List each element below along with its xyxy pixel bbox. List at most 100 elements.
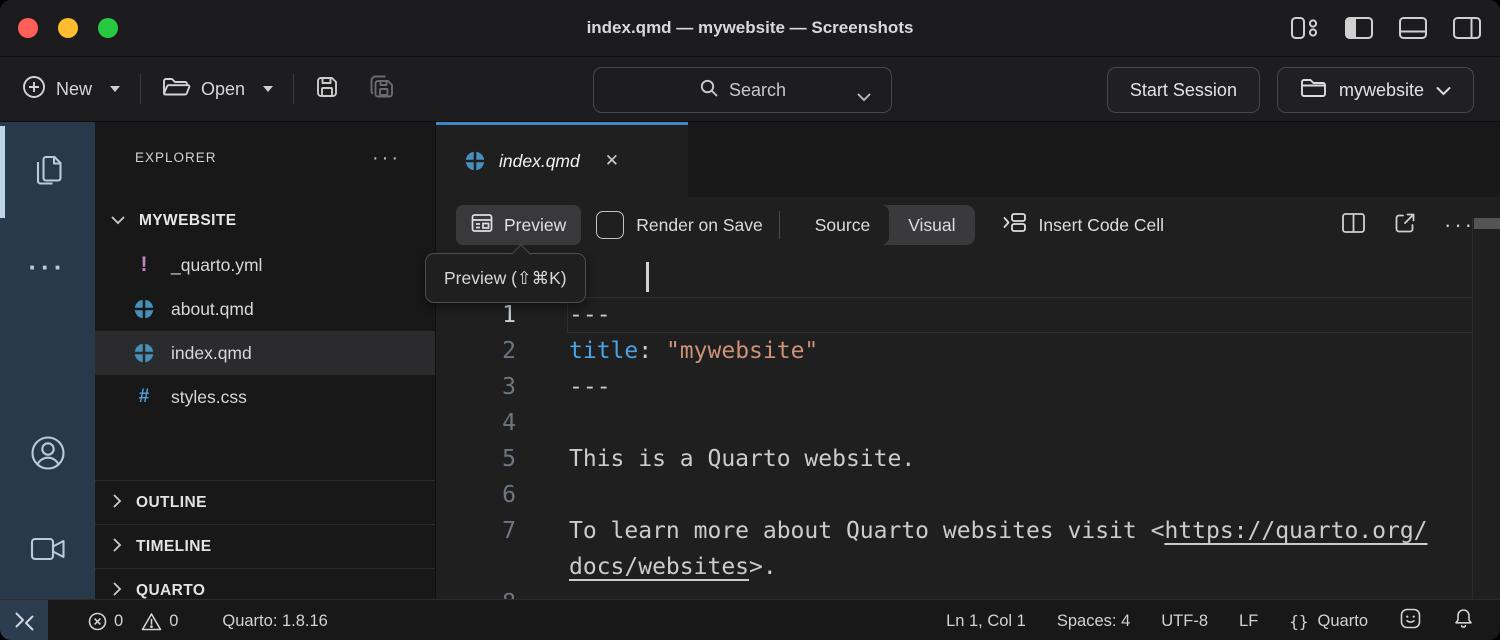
- preview-button[interactable]: Preview: [456, 205, 581, 245]
- file-row-about-qmd[interactable]: about.qmd: [95, 287, 435, 331]
- visual-mode-button[interactable]: Visual: [889, 205, 974, 245]
- remote-icon: [13, 610, 36, 633]
- split-editor-icon[interactable]: [1341, 212, 1366, 239]
- code-line-1[interactable]: 1---: [436, 297, 1500, 333]
- root-folder-label: MYWEBSITE: [139, 212, 236, 230]
- toggle-bottom-panel-icon[interactable]: [1398, 16, 1428, 40]
- encoding[interactable]: UTF-8: [1161, 612, 1208, 631]
- code-line-wrap[interactable]: docs/websites>.: [436, 549, 1500, 585]
- title-bar: index.qmd — mywebsite — Screenshots: [0, 0, 1500, 57]
- code-line-4[interactable]: 4: [436, 405, 1500, 441]
- source-visual-toggle: Source Visual: [796, 205, 975, 245]
- quarto-file-icon: [464, 151, 486, 171]
- line-content: This is a Quarto website.: [569, 441, 915, 477]
- indentation[interactable]: Spaces: 4: [1057, 612, 1130, 631]
- source-mode-button[interactable]: Source: [796, 205, 889, 245]
- toggle-right-sidebar-icon[interactable]: [1452, 16, 1482, 40]
- language-label: Quarto: [1318, 612, 1368, 631]
- root-folder-row[interactable]: MYWEBSITE: [95, 201, 435, 241]
- line-number: 4: [436, 405, 516, 441]
- search-scope-caret-icon[interactable]: [857, 86, 871, 107]
- video-camera-icon[interactable]: [30, 532, 66, 566]
- save-all-icon: [368, 73, 398, 106]
- search-placeholder: Search: [729, 80, 786, 101]
- eol-sequence[interactable]: LF: [1239, 612, 1258, 631]
- language-mode[interactable]: {} Quarto: [1289, 612, 1368, 631]
- preview-icon: [471, 213, 493, 238]
- code-line-8[interactable]: 8: [436, 585, 1500, 599]
- quarto-version[interactable]: Quarto: 1.8.16: [222, 612, 328, 631]
- warning-icon: [141, 612, 162, 631]
- start-session-button[interactable]: Start Session: [1107, 67, 1260, 113]
- code-line-7[interactable]: 7 To learn more about Quarto websites vis…: [436, 513, 1500, 549]
- line-number: 8: [436, 585, 516, 599]
- preview-tooltip: Preview (⇧⌘K): [425, 253, 586, 303]
- line-number: 7: [436, 513, 516, 549]
- chevron-down-icon: [111, 212, 125, 230]
- problems-errors[interactable]: 0: [88, 612, 123, 631]
- app-window: index.qmd — mywebsite — Screenshots: [0, 0, 1500, 640]
- notifications-bell-icon[interactable]: [1453, 607, 1474, 635]
- more-views-icon[interactable]: ···: [29, 255, 67, 279]
- tab-strip: index.qmd ✕: [436, 122, 1500, 197]
- workspace-label: mywebsite: [1339, 80, 1424, 101]
- explorer-more-icon[interactable]: ···: [372, 153, 401, 163]
- code-line-3[interactable]: 3---: [436, 369, 1500, 405]
- circle-plus-icon: [22, 75, 46, 104]
- editor-scrollbar[interactable]: [1472, 218, 1500, 599]
- toggle-left-sidebar-icon[interactable]: [1344, 16, 1374, 40]
- search-input[interactable]: Search: [593, 67, 892, 113]
- search-icon: [699, 78, 719, 103]
- yaml-icon: !: [141, 253, 148, 277]
- section-outline[interactable]: OUTLINE: [95, 480, 435, 525]
- save-button[interactable]: [314, 74, 340, 105]
- braces-icon: {}: [1289, 612, 1308, 631]
- save-all-button[interactable]: [368, 73, 398, 106]
- code-editor[interactable]: 1---2title: "mywebsite"3---45 This is a Q…: [436, 297, 1500, 599]
- file-row-styles-css[interactable]: #styles.css: [95, 375, 435, 419]
- code-line-2[interactable]: 2title: "mywebsite": [436, 333, 1500, 369]
- tab-index-qmd[interactable]: index.qmd ✕: [436, 122, 688, 197]
- preview-button-label: Preview: [504, 215, 566, 236]
- quarto-icon: [465, 151, 485, 171]
- open-button-label: Open: [201, 79, 245, 100]
- folder-icon: [1300, 77, 1327, 104]
- feedback-smiley-icon[interactable]: [1399, 607, 1422, 635]
- render-on-save-label: Render on Save: [636, 215, 762, 236]
- file-name: about.qmd: [171, 299, 254, 320]
- activity-bar: ···: [0, 122, 95, 599]
- line-content: To learn more about Quarto websites visi…: [569, 513, 1428, 549]
- section-label: QUARTO: [136, 582, 205, 599]
- new-button-label: New: [56, 79, 92, 100]
- open-external-icon[interactable]: [1393, 211, 1417, 240]
- preview-tooltip-label: Preview (⇧⌘K): [444, 268, 567, 289]
- explorer-header-label: EXPLORER: [135, 150, 217, 165]
- account-icon[interactable]: [29, 433, 67, 473]
- editor-more-actions-icon[interactable]: ···: [1444, 221, 1475, 229]
- insert-code-cell-button[interactable]: Insert Code Cell: [1003, 212, 1164, 238]
- problems-warnings[interactable]: 0: [141, 612, 178, 631]
- action-bar: New Open: [0, 57, 1500, 122]
- explorer-view-icon[interactable]: [31, 150, 65, 190]
- line-content: title: "mywebsite": [569, 333, 818, 369]
- open-button[interactable]: Open: [161, 75, 273, 104]
- error-count: 0: [114, 612, 123, 631]
- line-content: ---: [569, 369, 611, 405]
- code-lines: 1---2title: "mywebsite"3---45 This is a Q…: [436, 297, 1500, 599]
- file-row--quarto-yml[interactable]: !_quarto.yml: [95, 243, 435, 287]
- start-session-label: Start Session: [1130, 80, 1237, 101]
- close-tab-icon[interactable]: ✕: [605, 151, 619, 171]
- workspace-button[interactable]: mywebsite: [1277, 67, 1474, 113]
- scrollbar-thumb[interactable]: [1474, 218, 1500, 229]
- new-button[interactable]: New: [22, 75, 120, 104]
- code-line-6[interactable]: 6: [436, 477, 1500, 513]
- render-on-save-checkbox[interactable]: [596, 211, 624, 239]
- customize-layout-icon[interactable]: [1290, 16, 1320, 40]
- line-number: 5: [436, 441, 516, 477]
- cursor-position[interactable]: Ln 1, Col 1: [946, 612, 1026, 631]
- section-quarto[interactable]: QUARTO: [95, 568, 435, 599]
- remote-indicator[interactable]: [0, 600, 48, 640]
- code-line-5[interactable]: 5 This is a Quarto website.: [436, 441, 1500, 477]
- file-row-index-qmd[interactable]: index.qmd: [95, 331, 435, 375]
- section-timeline[interactable]: TIMELINE: [95, 524, 435, 569]
